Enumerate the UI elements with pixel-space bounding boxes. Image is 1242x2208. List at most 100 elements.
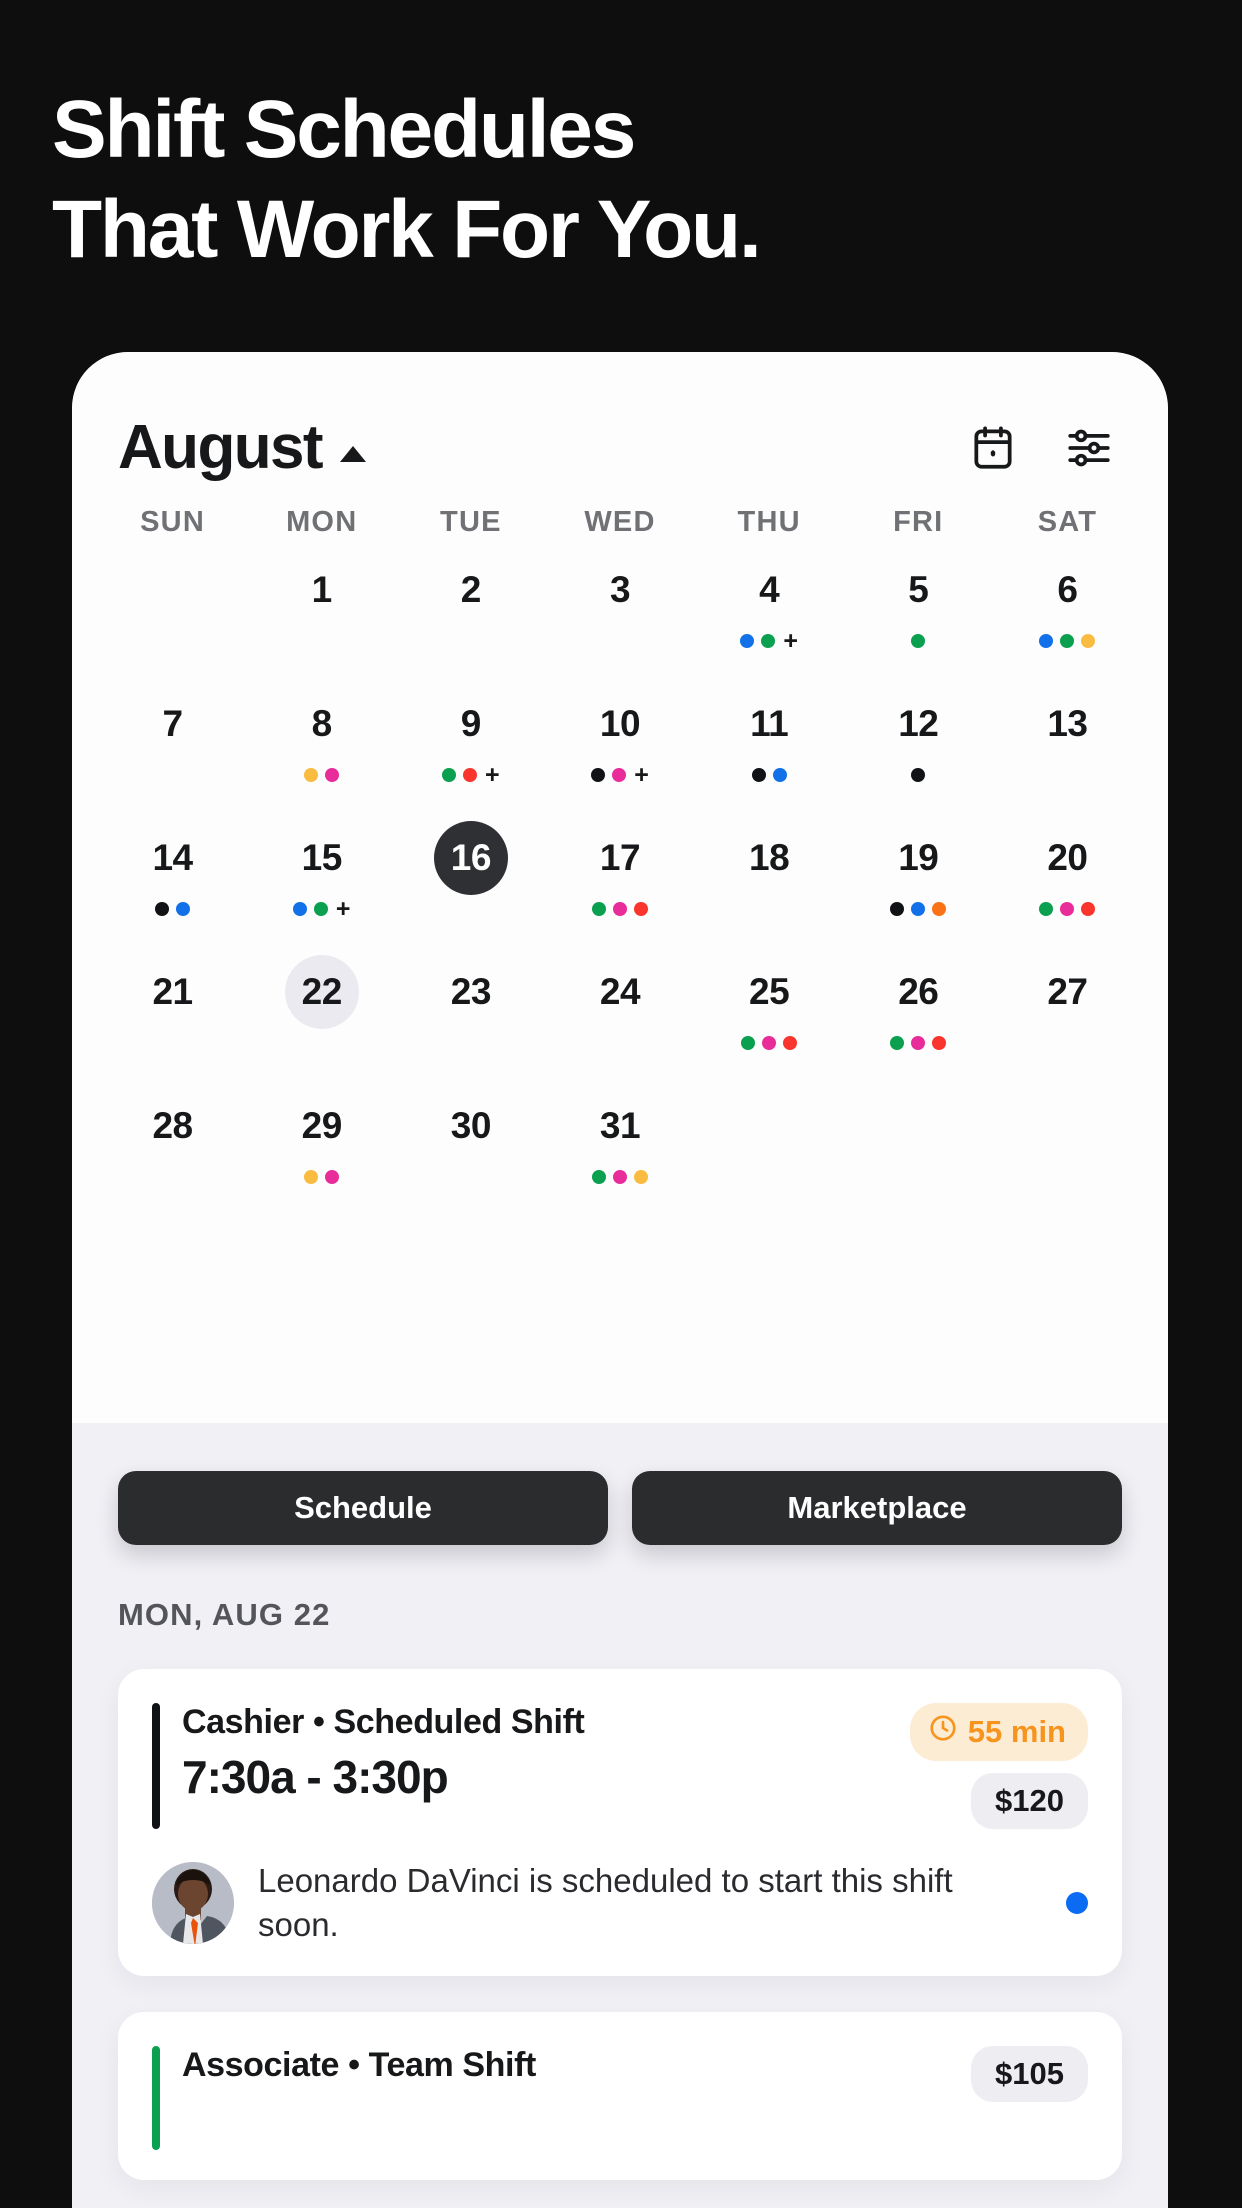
calendar-day-28[interactable]: 28 — [98, 1089, 247, 1209]
day-number: 5 — [908, 569, 929, 610]
event-dot-yellow — [633, 1170, 648, 1184]
calendar-day-7[interactable]: 7 — [98, 687, 247, 807]
event-dot-blue — [911, 902, 926, 916]
calendar-day-20[interactable]: 20 — [993, 821, 1142, 941]
day-number: 20 — [1047, 837, 1088, 878]
filters-icon[interactable] — [1064, 423, 1114, 473]
calendar-week-row: 14 15 +16 17 18 19 20 — [72, 821, 1168, 941]
day-number: 23 — [450, 971, 492, 1012]
month-selector[interactable]: August — [118, 417, 366, 479]
day-number: 8 — [311, 703, 333, 744]
calendar-day-3[interactable]: 3 — [545, 553, 694, 673]
calendar-day-10[interactable]: 10 + — [545, 687, 694, 807]
event-dot-blue — [176, 902, 191, 916]
event-dot-yellow — [1081, 634, 1096, 648]
day-number: 10 — [599, 703, 641, 744]
weekday-header: SUN MON TUE WED THU FRI SAT — [72, 506, 1168, 539]
calendar-day-6[interactable]: 6 — [993, 553, 1142, 673]
calendar-day-31[interactable]: 31 — [545, 1089, 694, 1209]
day-number — [136, 553, 210, 627]
calendar-day-13[interactable]: 13 — [993, 687, 1142, 807]
day-event-dots — [890, 900, 947, 918]
day-event-dots — [911, 766, 926, 784]
event-dot-orange — [932, 902, 947, 916]
event-dot-green — [442, 768, 457, 782]
event-dot-red — [463, 768, 478, 782]
day-number: 2 — [460, 569, 482, 610]
calendar-day-1[interactable]: 1 — [247, 553, 396, 673]
more-events-indicator: + — [634, 761, 649, 789]
shift-list: Cashier • Scheduled Shift 7:30a - 3:30p … — [72, 1633, 1168, 2181]
calendar-icon[interactable] — [968, 423, 1018, 473]
calendar-week-row: 7 8 9 + 10 +11 12 13 — [72, 687, 1168, 807]
day-number: 22 — [284, 955, 359, 1029]
calendar-week-row: 21 22 23 24 25 26 27 — [72, 955, 1168, 1075]
event-dot-pink — [762, 1036, 777, 1050]
calendar-day-18[interactable]: 18 — [695, 821, 844, 941]
calendar-day-16[interactable]: 16 — [396, 821, 545, 941]
day-number: 11 — [750, 703, 789, 744]
calendar-day-17[interactable]: 17 — [545, 821, 694, 941]
event-dot-pink — [1060, 902, 1075, 916]
screen: Shift Schedules That Work For You. Augus… — [0, 0, 1242, 2208]
day-number: 17 — [599, 837, 641, 878]
calendar-day-4[interactable]: 4 + — [695, 553, 844, 673]
event-dot-green — [1060, 634, 1075, 648]
calendar-day-25[interactable]: 25 — [695, 955, 844, 1075]
calendar-day-30[interactable]: 30 — [396, 1089, 545, 1209]
calendar-day-empty — [98, 553, 247, 673]
calendar-day-23[interactable]: 23 — [396, 955, 545, 1075]
calendar-day-29[interactable]: 29 — [247, 1089, 396, 1209]
calendar-day-12[interactable]: 12 — [844, 687, 993, 807]
event-dot-green — [911, 634, 926, 648]
day-event-dots — [911, 632, 926, 650]
day-number: 27 — [1047, 971, 1088, 1012]
tab-schedule[interactable]: Schedule — [118, 1471, 608, 1545]
calendar-week-row: 1 2 3 4 + 5 6 — [72, 553, 1168, 673]
event-dot-pink — [911, 1036, 926, 1050]
duration-text: 55 min — [967, 1714, 1066, 1749]
calendar-day-21[interactable]: 21 — [98, 955, 247, 1075]
event-dot-pink — [612, 1170, 627, 1184]
status-badge — [1066, 1891, 1088, 1914]
day-event-dots: + — [292, 897, 351, 922]
calendar-day-11[interactable]: 11 — [695, 687, 844, 807]
calendar-day-8[interactable]: 8 — [247, 687, 396, 807]
calendar-day-14[interactable]: 14 — [98, 821, 247, 941]
day-number — [881, 1089, 955, 1163]
calendar-day-5[interactable]: 5 — [844, 553, 993, 673]
shift-card[interactable]: Cashier • Scheduled Shift 7:30a - 3:30p … — [118, 1669, 1122, 1977]
day-event-dots — [591, 1168, 648, 1186]
day-event-dots — [890, 1034, 947, 1052]
shift-details: Associate • Team Shift — [182, 2046, 971, 2085]
calendar-day-22[interactable]: 22 — [247, 955, 396, 1075]
event-dot-black — [155, 902, 170, 916]
weekday-tue: TUE — [440, 506, 502, 538]
headline-line-1: Shift Schedules — [52, 84, 636, 175]
shift-role: Cashier • Scheduled Shift — [182, 1703, 585, 1741]
calendar-day-15[interactable]: 15 + — [247, 821, 396, 941]
weekday-wed: WED — [584, 506, 656, 538]
shift-accent-bar — [152, 2046, 160, 2151]
day-number: 19 — [898, 837, 939, 878]
calendar-header: August — [72, 352, 1168, 484]
calendar-day-empty — [993, 1089, 1142, 1209]
calendar-day-2[interactable]: 2 — [396, 553, 545, 673]
shift-summary: Cashier • Scheduled Shift 7:30a - 3:30p … — [152, 1703, 1088, 1829]
calendar-day-9[interactable]: 9 + — [396, 687, 545, 807]
event-dot-blue — [292, 902, 307, 916]
event-dot-yellow — [304, 768, 319, 782]
shift-card[interactable]: Associate • Team Shift $105 — [118, 2012, 1122, 2181]
caret-up-icon — [339, 446, 366, 462]
calendar-day-19[interactable]: 19 — [844, 821, 993, 941]
calendar-day-empty — [844, 1089, 993, 1209]
event-dot-red — [1081, 902, 1096, 916]
day-number: 4 — [759, 569, 780, 610]
calendar-day-26[interactable]: 26 — [844, 955, 993, 1075]
calendar-day-24[interactable]: 24 — [545, 955, 694, 1075]
tab-marketplace[interactable]: Marketplace — [632, 1471, 1122, 1545]
day-number: 26 — [898, 971, 939, 1012]
day-number: 25 — [749, 971, 790, 1012]
calendar-day-27[interactable]: 27 — [993, 955, 1142, 1075]
page-title: Shift Schedules That Work For You. — [52, 88, 1052, 271]
